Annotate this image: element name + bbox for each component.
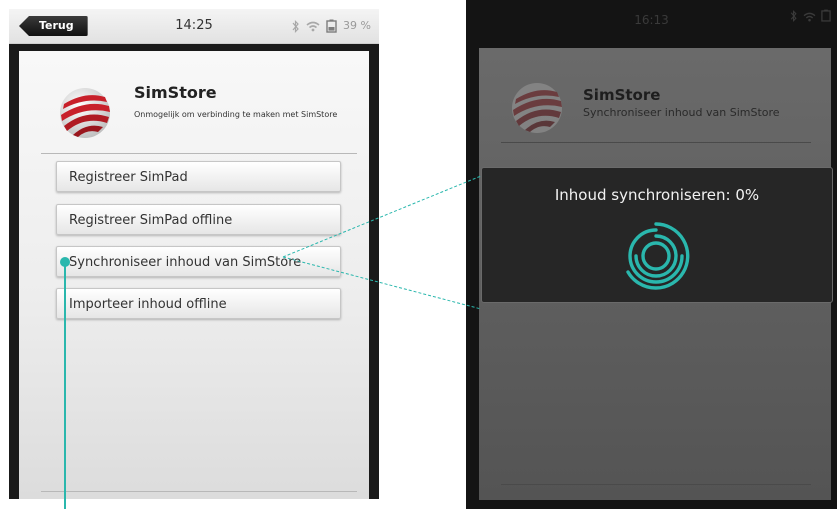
callout-connector-lines <box>282 175 482 310</box>
